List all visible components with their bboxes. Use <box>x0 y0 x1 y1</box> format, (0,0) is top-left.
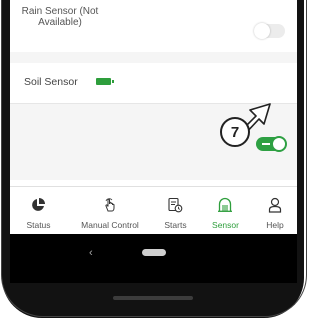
tab-manual-control[interactable]: Manual Control <box>67 187 153 235</box>
rain-sensor-label: Rain Sensor (Not Available) <box>21 6 99 28</box>
tab-starts[interactable]: Starts <box>153 187 198 235</box>
callout-annotation: 7 <box>212 94 292 160</box>
help-icon <box>268 197 282 213</box>
soil-sensor-label: Soil Sensor <box>24 76 78 88</box>
tab-label: Help <box>266 220 284 230</box>
back-icon[interactable]: ‹ <box>89 247 93 259</box>
rain-sensor-row: Rain Sensor (Not Available) <box>10 0 297 52</box>
tab-sensor[interactable]: Sensor <box>198 187 253 235</box>
rain-sensor-toggle[interactable] <box>254 23 285 39</box>
bottom-tab-bar: Status Manual Control Starts Sensor Help <box>10 186 297 235</box>
android-nav-bar: ‹ <box>10 234 297 283</box>
tab-help[interactable]: Help <box>253 187 297 235</box>
hand-pointer-icon <box>105 198 115 212</box>
toggle-knob <box>254 23 270 39</box>
tab-label: Manual Control <box>81 220 139 230</box>
home-pill-button[interactable] <box>142 249 166 256</box>
tab-status[interactable]: Status <box>10 187 67 235</box>
callout-number: 7 <box>220 117 250 147</box>
pie-chart-icon <box>32 198 45 211</box>
tab-label: Status <box>26 220 51 230</box>
schedule-icon <box>168 197 183 213</box>
tab-label: Sensor <box>212 220 239 230</box>
tab-label: Starts <box>164 220 187 230</box>
sensor-icon <box>218 197 232 212</box>
phone-speaker <box>113 296 193 300</box>
battery-full-icon <box>96 78 114 85</box>
